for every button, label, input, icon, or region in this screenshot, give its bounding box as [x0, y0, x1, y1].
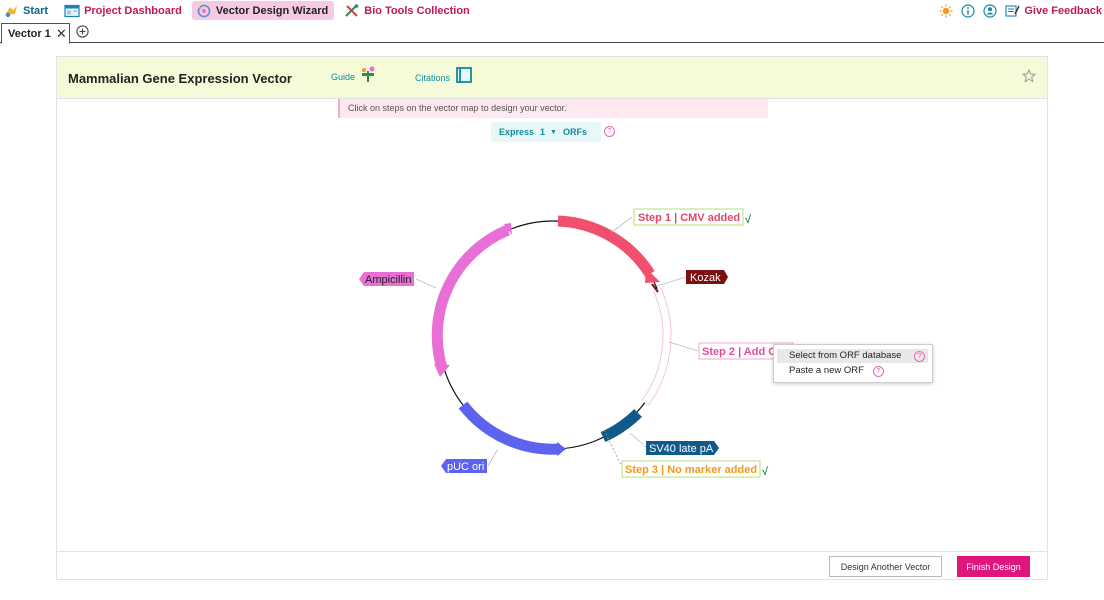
tab-label: Vector 1: [8, 27, 51, 40]
wizard-icon: [197, 4, 211, 17]
tools-icon: [345, 3, 359, 17]
menu-item-select-orf-database[interactable]: Select from ORF database: [777, 349, 928, 363]
citations-link[interactable]: Citations: [415, 67, 473, 84]
start-icon: [5, 5, 17, 17]
nav-dashboard-label: Project Dashboard: [84, 4, 182, 17]
finish-design-button[interactable]: Finish Design: [957, 556, 1030, 577]
nav-wizard-label: Vector Design Wizard: [215, 4, 329, 17]
design-another-button[interactable]: Design Another Vector: [829, 556, 942, 577]
chevron-down-icon: ▼: [550, 128, 557, 136]
page-title: Mammalian Gene Expression Vector: [68, 71, 292, 86]
sun-icon[interactable]: [939, 4, 953, 18]
citations-label: Citations: [415, 72, 451, 83]
user-icon[interactable]: [983, 3, 997, 18]
feedback-icon: [1005, 4, 1020, 17]
nav-bio-tools[interactable]: Bio Tools Collection: [340, 1, 476, 20]
nav-project-dashboard[interactable]: Project Dashboard: [60, 1, 188, 20]
add-orf-popup-menu: Select from ORF database ? Paste a new O…: [773, 344, 933, 383]
nav-right-group: Give Feedback: [939, 0, 1102, 21]
help-icon[interactable]: ?: [873, 366, 884, 377]
nav-tools-label: Bio Tools Collection: [364, 4, 470, 17]
tab-vector-1[interactable]: Vector 1 ✕: [1, 23, 70, 44]
add-tab-icon[interactable]: [76, 25, 89, 38]
nav-start[interactable]: Start: [0, 1, 54, 20]
express-label: Express: [499, 127, 535, 137]
nav-start-label: Start: [23, 4, 49, 17]
menu-item-paste-orf[interactable]: Paste a new ORF: [777, 364, 928, 378]
book-icon: [456, 67, 472, 83]
nav-vector-design-wizard[interactable]: Vector Design Wizard: [191, 1, 335, 20]
orf-count-value: 1: [540, 127, 546, 137]
dashboard-icon: [64, 4, 80, 17]
paste-orf-label: Paste a new ORF: [789, 365, 864, 376]
instruction-hint: Click on steps on the vector map to desi…: [338, 99, 768, 118]
info-icon[interactable]: [961, 3, 975, 18]
select-orf-label: Select from ORF database: [789, 350, 902, 361]
vector-design-panel: Mammalian Gene Expression Vector Guide C…: [56, 56, 1048, 580]
guide-label: Guide: [331, 72, 356, 82]
step2-text: Step 2 | Add O: [702, 346, 777, 358]
close-tab-icon[interactable]: ✕: [56, 26, 67, 42]
step3-text: Step 3 | No marker added: [625, 464, 757, 476]
panel-footer: Design Another Vector Finish Design: [57, 551, 1047, 579]
guide-icon: [362, 66, 375, 82]
step3-marker-label[interactable]: Step 3 | No marker added: [621, 460, 761, 478]
help-icon[interactable]: ?: [604, 126, 615, 137]
help-icon[interactable]: ?: [914, 351, 925, 362]
feedback-label: Give Feedback: [1024, 4, 1102, 17]
guide-link[interactable]: Guide: [331, 66, 377, 83]
document-tab-bar: Vector 1 ✕: [0, 21, 1104, 44]
step1-text: Step 1 | CMV added: [638, 212, 740, 224]
express-orf-selector: Express 1 ▼ ORFs: [491, 122, 601, 142]
star-icon[interactable]: [1022, 69, 1036, 83]
give-feedback-link[interactable]: Give Feedback: [1005, 4, 1102, 18]
step1-cmv-label[interactable]: Step 1 | CMV added: [633, 208, 744, 226]
panel-header: Mammalian Gene Expression Vector Guide C…: [57, 57, 1047, 99]
orf-suffix-label: ORFs: [562, 127, 587, 137]
orf-count-dropdown[interactable]: 1 ▼: [540, 127, 557, 137]
top-navigation: Start Project Dashboard Vector Design Wi…: [0, 0, 1104, 21]
